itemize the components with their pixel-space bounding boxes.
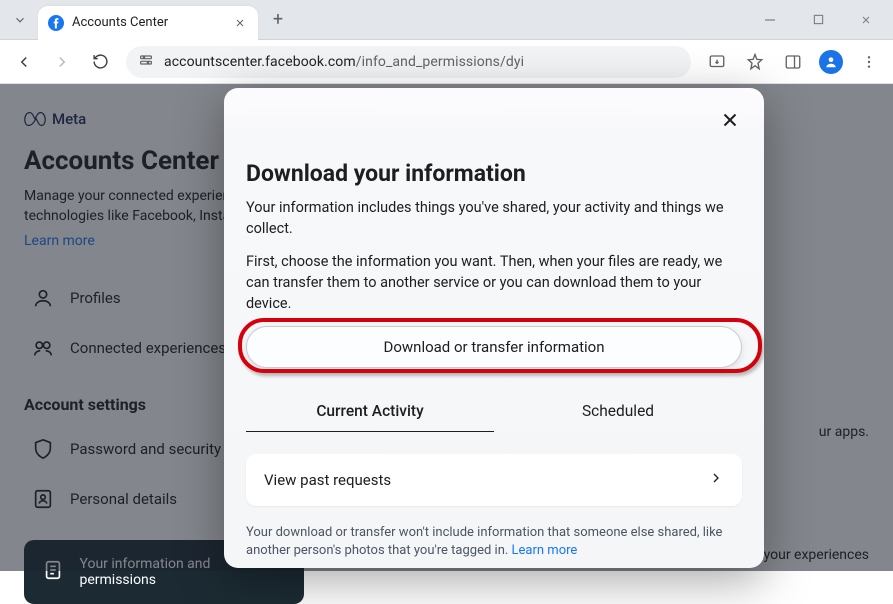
minimize-button[interactable]: [755, 5, 785, 35]
browser-tab-strip: Accounts Center +: [0, 0, 893, 40]
close-modal-button[interactable]: [712, 102, 748, 138]
modal-title: Download your information: [246, 160, 742, 187]
bookmark-icon[interactable]: [743, 50, 767, 74]
download-transfer-button[interactable]: Download or transfer information: [246, 326, 742, 368]
profile-avatar[interactable]: [819, 50, 843, 74]
modal-tabs: Current Activity Scheduled: [246, 392, 742, 432]
chevron-right-icon: [708, 470, 724, 490]
browser-address-bar: accountscenter.facebook.com/info_and_per…: [0, 40, 893, 84]
row-label: View past requests: [264, 471, 391, 489]
url-box[interactable]: accountscenter.facebook.com/info_and_per…: [126, 46, 691, 78]
button-label: Download or transfer information: [383, 338, 604, 356]
back-button[interactable]: [12, 50, 36, 74]
new-tab-button[interactable]: +: [264, 6, 292, 34]
install-app-icon[interactable]: [705, 50, 729, 74]
reload-button[interactable]: [88, 50, 112, 74]
modal-paragraph: Your information includes things you've …: [246, 197, 742, 239]
tab-list-caret[interactable]: [8, 6, 32, 34]
view-past-requests-row[interactable]: View past requests: [246, 454, 742, 506]
tab-scheduled[interactable]: Scheduled: [494, 392, 742, 432]
facebook-favicon: [48, 15, 64, 31]
forward-button[interactable]: [50, 50, 74, 74]
close-window-button[interactable]: [851, 5, 881, 35]
modal-paragraph: First, choose the information you want. …: [246, 251, 742, 314]
side-panel-icon[interactable]: [781, 50, 805, 74]
browser-tab[interactable]: Accounts Center: [38, 6, 258, 40]
chrome-menu-icon[interactable]: [857, 50, 881, 74]
site-settings-icon[interactable]: [138, 52, 154, 72]
maximize-button[interactable]: [803, 5, 833, 35]
window-controls: [755, 5, 885, 35]
modal-footer-note: Your download or transfer won't include …: [246, 524, 742, 560]
tab-current-activity[interactable]: Current Activity: [246, 392, 494, 432]
footer-learn-more-link[interactable]: Learn more: [512, 543, 578, 558]
download-info-modal: Download your information Your informati…: [224, 88, 764, 568]
browser-tab-title: Accounts Center: [72, 15, 224, 30]
url-text: accountscenter.facebook.com/info_and_per…: [164, 54, 679, 70]
close-tab-icon[interactable]: [232, 15, 248, 31]
